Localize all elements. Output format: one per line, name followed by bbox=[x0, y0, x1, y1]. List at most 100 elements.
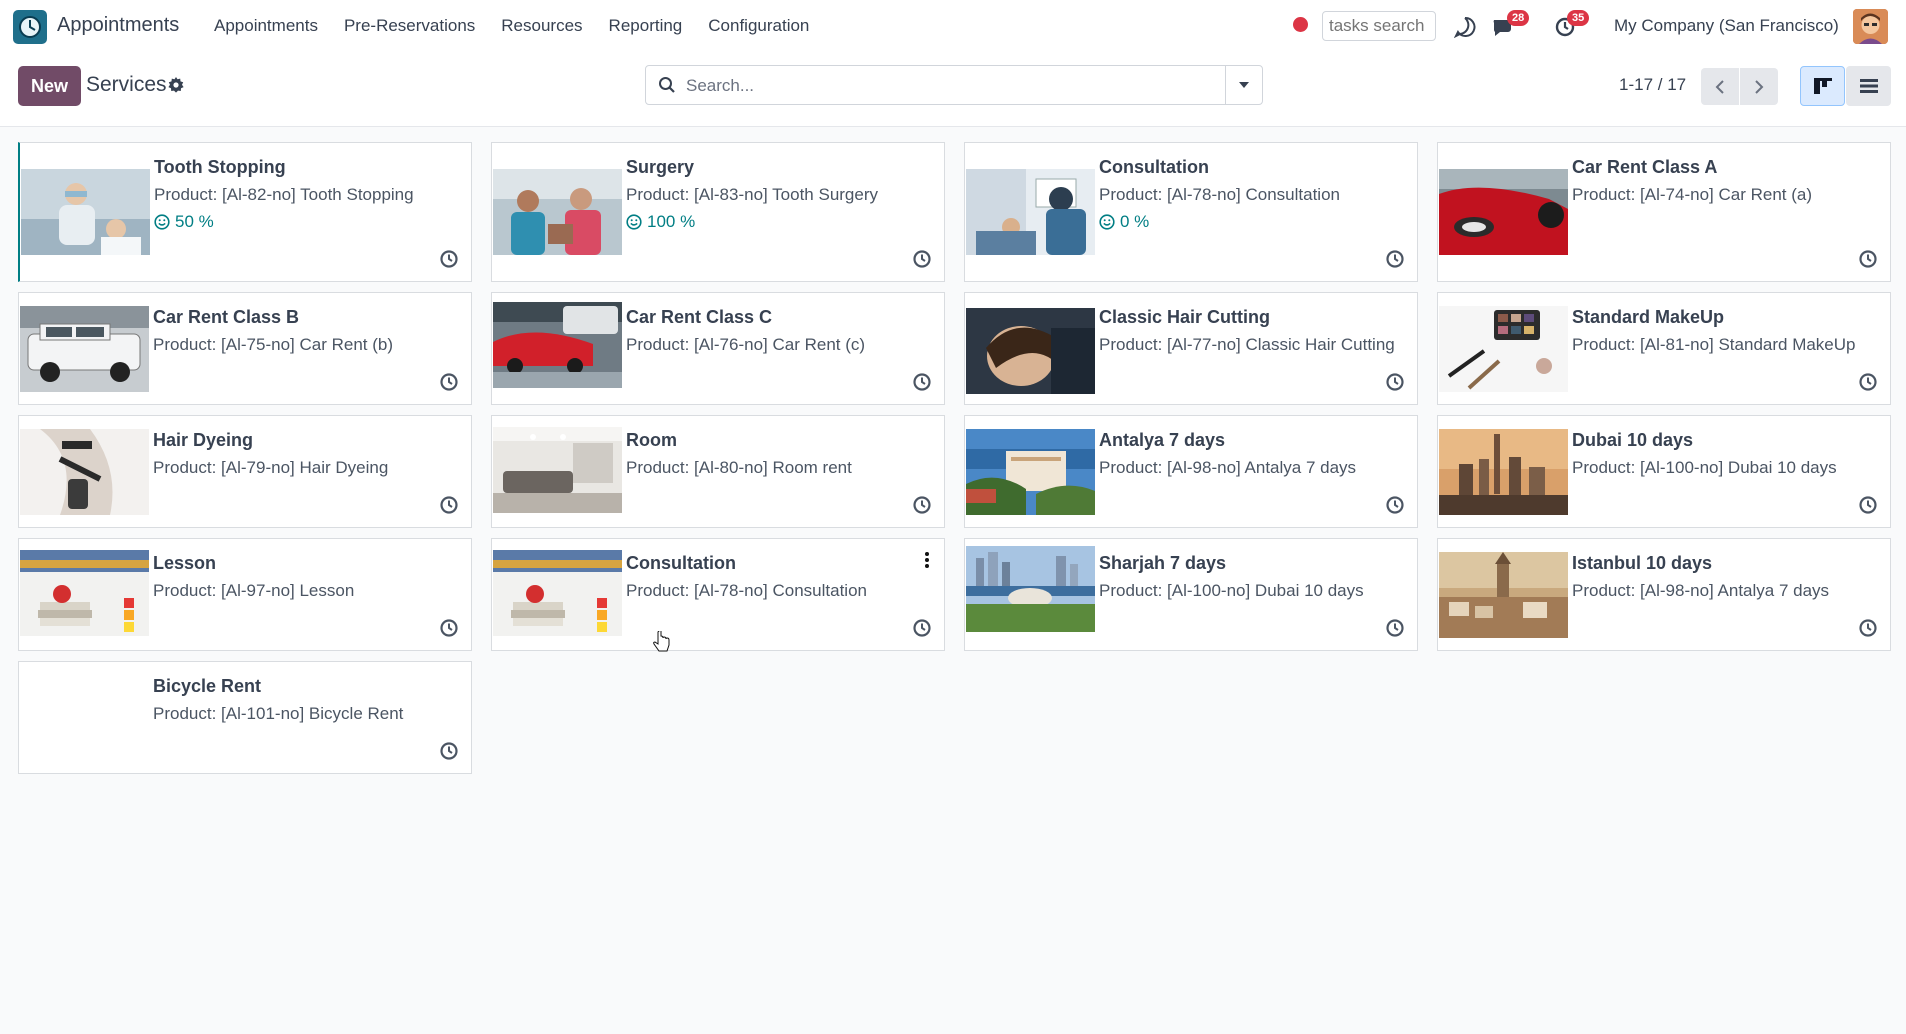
service-product: Product: [Al-77-no] Classic Hair Cutting bbox=[1099, 335, 1395, 355]
product-value: [Al-100-no] Dubai 10 days bbox=[1167, 581, 1364, 600]
service-card[interactable]: Tooth Stopping Product: [Al-82-no] Tooth … bbox=[18, 142, 472, 282]
service-title: Sharjah 7 days bbox=[1099, 553, 1227, 573]
activity-clock-icon[interactable] bbox=[1385, 495, 1405, 515]
service-title: Tooth Stopping bbox=[154, 157, 286, 177]
service-product: Product: [Al-80-no] Room rent bbox=[626, 458, 852, 478]
service-product: Product: [Al-79-no] Hair Dyeing bbox=[153, 458, 388, 478]
product-value: [Al-81-no] Standard MakeUp bbox=[1640, 335, 1856, 354]
product-label: Product: bbox=[626, 185, 690, 204]
activity-clock-icon[interactable] bbox=[1385, 618, 1405, 638]
service-image bbox=[966, 308, 1095, 394]
app-name[interactable]: Appointments bbox=[57, 14, 179, 37]
rating-value: 0 % bbox=[1120, 212, 1150, 231]
menu-item-configuration[interactable]: Configuration bbox=[708, 16, 809, 36]
activities-badge: 35 bbox=[1567, 10, 1590, 26]
gear-icon[interactable] bbox=[167, 76, 187, 96]
activity-clock-icon[interactable] bbox=[1858, 618, 1878, 638]
pager-next-button[interactable] bbox=[1740, 68, 1778, 105]
service-title: Dubai 10 days bbox=[1572, 430, 1694, 450]
service-card[interactable]: Sharjah 7 days Product: [Al-100-no] Dubai… bbox=[964, 538, 1418, 651]
search-options-toggle[interactable] bbox=[1225, 66, 1262, 104]
service-title: Istanbul 10 days bbox=[1572, 553, 1713, 573]
service-card[interactable]: Surgery Product: [Al-83-no] Tooth Surgery… bbox=[491, 142, 945, 282]
service-image bbox=[493, 550, 622, 636]
service-card[interactable]: Standard MakeUp Product: [Al-81-no] Stand… bbox=[1437, 292, 1891, 405]
service-image bbox=[966, 546, 1095, 632]
voip-phone-icon[interactable] bbox=[1452, 14, 1478, 40]
product-value: [Al-80-no] Room rent bbox=[694, 458, 852, 477]
new-button[interactable]: New bbox=[18, 66, 81, 106]
service-product: Product: [Al-76-no] Car Rent (c) bbox=[626, 335, 865, 355]
kanban-view-button[interactable] bbox=[1800, 66, 1845, 106]
activity-clock-icon[interactable] bbox=[439, 372, 459, 392]
service-title: Standard MakeUp bbox=[1572, 307, 1725, 327]
service-card[interactable]: Car Rent Class C Product: [Al-76-no] Car … bbox=[491, 292, 945, 405]
service-title: Bicycle Rent bbox=[153, 676, 262, 696]
service-card[interactable]: Lesson Product: [Al-97-no] Lesson bbox=[18, 538, 472, 651]
service-card[interactable]: Car Rent Class B Product: [Al-75-no] Car … bbox=[18, 292, 472, 405]
product-label: Product: bbox=[1572, 458, 1636, 477]
activity-clock-icon[interactable] bbox=[439, 249, 459, 269]
product-value: [Al-75-no] Car Rent (b) bbox=[221, 335, 393, 354]
service-product: Product: [Al-78-no] Consultation bbox=[626, 581, 867, 601]
smiley-icon bbox=[626, 214, 642, 230]
service-card[interactable]: Antalya 7 days Product: [Al-98-no] Antaly… bbox=[964, 415, 1418, 528]
service-title: Hair Dyeing bbox=[153, 430, 254, 450]
activity-clock-icon[interactable] bbox=[1858, 372, 1878, 392]
rating: 50 % bbox=[154, 212, 214, 232]
pager-value[interactable]: 1-17 / 17 bbox=[1619, 75, 1686, 95]
service-card[interactable]: Car Rent Class A Product: [Al-74-no] Car … bbox=[1437, 142, 1891, 282]
menu-item-appointments[interactable]: Appointments bbox=[214, 16, 318, 36]
service-card[interactable]: Consultation Product: [Al-78-no] Consulta… bbox=[964, 142, 1418, 282]
activity-clock-icon[interactable] bbox=[912, 372, 932, 392]
pager-previous-button[interactable] bbox=[1701, 68, 1739, 105]
product-value: [Al-83-no] Tooth Surgery bbox=[694, 185, 879, 204]
activity-clock-icon[interactable] bbox=[912, 618, 932, 638]
service-image bbox=[20, 429, 149, 515]
activity-clock-icon[interactable] bbox=[439, 495, 459, 515]
service-title: Surgery bbox=[626, 157, 695, 177]
product-value: [Al-79-no] Hair Dyeing bbox=[221, 458, 389, 477]
menu-item-pre-reservations[interactable]: Pre-Reservations bbox=[344, 16, 475, 36]
search-input[interactable] bbox=[686, 73, 1206, 99]
activity-clock-icon[interactable] bbox=[1385, 372, 1405, 392]
menu-item-reporting[interactable]: Reporting bbox=[609, 16, 683, 36]
card-menu-icon[interactable] bbox=[924, 551, 930, 569]
product-value: [Al-101-no] Bicycle Rent bbox=[221, 704, 404, 723]
activity-clock-icon[interactable] bbox=[1858, 249, 1878, 269]
service-image bbox=[493, 169, 622, 255]
activity-clock-icon[interactable] bbox=[912, 495, 932, 515]
product-label: Product: bbox=[1572, 185, 1636, 204]
rating: 100 % bbox=[626, 212, 695, 232]
list-icon bbox=[1859, 79, 1878, 93]
service-card[interactable]: Consultation Product: [Al-78-no] Consulta… bbox=[491, 538, 945, 651]
service-card[interactable]: Hair Dyeing Product: [Al-79-no] Hair Dyei… bbox=[18, 415, 472, 528]
service-card[interactable]: Classic Hair Cutting Product: [Al-77-no] … bbox=[964, 292, 1418, 405]
service-image bbox=[966, 169, 1095, 255]
activity-clock-icon[interactable] bbox=[912, 249, 932, 269]
list-view-button[interactable] bbox=[1846, 66, 1891, 106]
activity-clock-icon[interactable] bbox=[439, 741, 459, 761]
activity-clock-icon[interactable] bbox=[1858, 495, 1878, 515]
appointments-app-icon[interactable] bbox=[13, 10, 47, 44]
service-product: Product: [Al-100-no] Dubai 10 days bbox=[1572, 458, 1837, 478]
search-bar bbox=[645, 65, 1263, 105]
product-label: Product: bbox=[626, 335, 690, 354]
activity-clock-icon[interactable] bbox=[439, 618, 459, 638]
service-card[interactable]: Istanbul 10 days Product: [Al-98-no] Anta… bbox=[1437, 538, 1891, 651]
user-avatar[interactable] bbox=[1853, 9, 1888, 44]
tasks-search-input[interactable] bbox=[1322, 11, 1436, 41]
company-switcher[interactable]: My Company (San Francisco) bbox=[1614, 16, 1839, 36]
menu-item-resources[interactable]: Resources bbox=[501, 16, 582, 36]
service-card[interactable]: Dubai 10 days Product: [Al-100-no] Dubai … bbox=[1437, 415, 1891, 528]
control-panel: New Services 1-17 / 17 bbox=[0, 54, 1906, 127]
recording-indicator-icon[interactable] bbox=[1293, 17, 1308, 32]
service-title: Antalya 7 days bbox=[1099, 430, 1226, 450]
product-label: Product: bbox=[1099, 335, 1163, 354]
activity-clock-icon[interactable] bbox=[1385, 249, 1405, 269]
product-label: Product: bbox=[153, 458, 217, 477]
service-card[interactable]: Room Product: [Al-80-no] Room rent bbox=[491, 415, 945, 528]
service-product: Product: [Al-100-no] Dubai 10 days bbox=[1099, 581, 1364, 601]
product-value: [Al-98-no] Antalya 7 days bbox=[1167, 458, 1357, 477]
service-card[interactable]: Bicycle Rent Product: [Al-101-no] Bicycle… bbox=[18, 661, 472, 774]
